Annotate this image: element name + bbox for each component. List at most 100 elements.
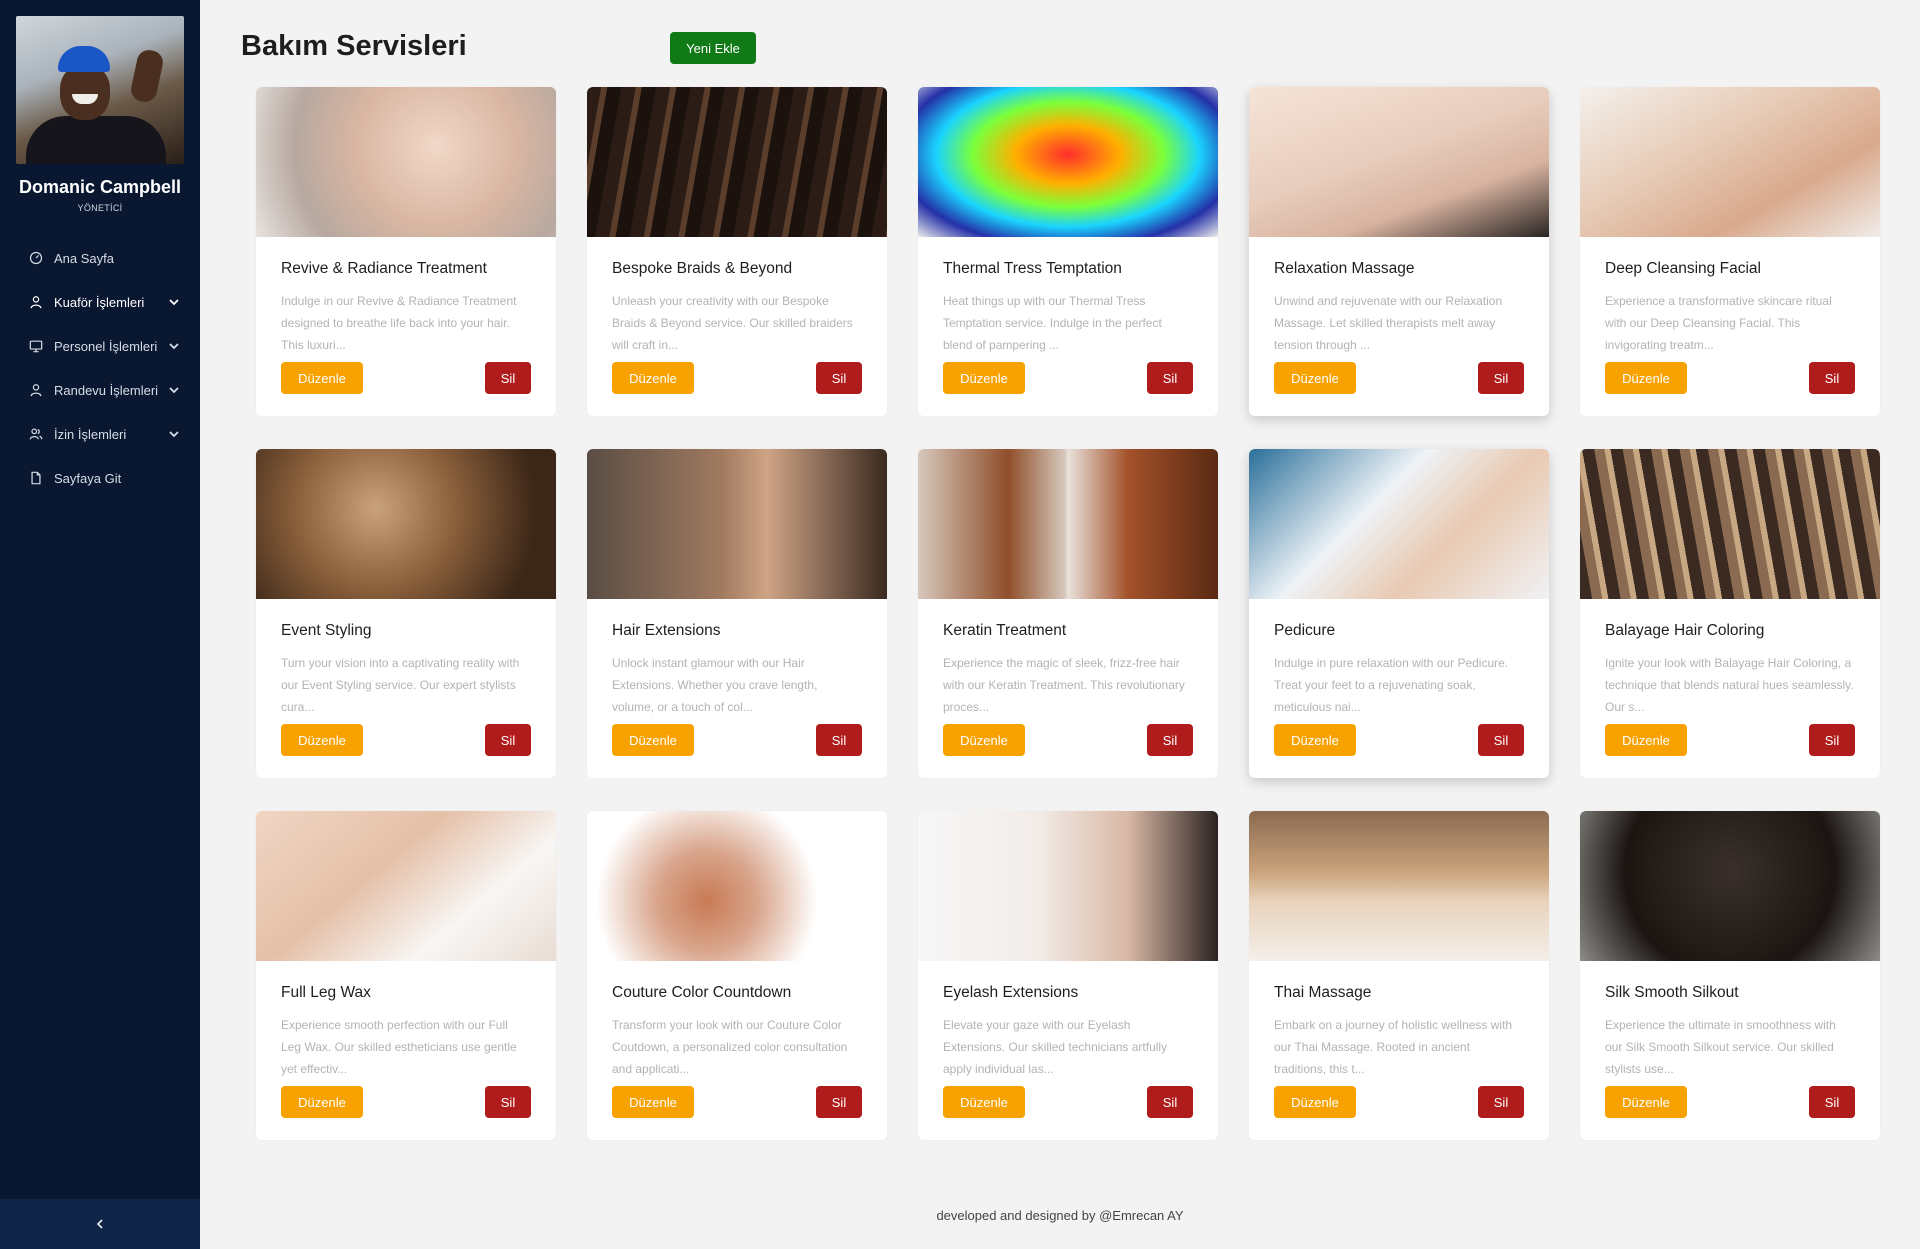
file-icon (28, 470, 44, 486)
service-title: Revive & Radiance Treatment (281, 260, 487, 277)
chevron-down-icon[interactable] (168, 296, 180, 308)
sidebar-item-randevu-islemleri[interactable]: Randevu İşlemleri (0, 368, 200, 412)
edit-button[interactable]: Düzenle (1605, 1086, 1687, 1118)
service-title: Couture Color Countdown (612, 984, 792, 1001)
service-description: Unleash your creativity with our Bespoke… (612, 294, 853, 352)
sidebar-item-ana-sayfa[interactable]: Ana Sayfa (0, 236, 200, 280)
service-card: Silk Smooth Silkout Experience the ultim… (1580, 811, 1880, 1140)
delete-button[interactable]: Sil (816, 724, 862, 756)
service-description: Experience the magic of sleek, frizz-fre… (943, 656, 1185, 714)
service-title: Event Styling (281, 622, 372, 639)
service-card: Balayage Hair Coloring Ignite your look … (1580, 449, 1880, 778)
service-card: Eyelash Extensions Elevate your gaze wit… (918, 811, 1218, 1140)
chevron-down-icon[interactable] (168, 340, 180, 352)
sidebar-item-personel-islemleri[interactable]: Personel İşlemleri (0, 324, 200, 368)
user-role: YÖNETİCİ (77, 203, 123, 213)
delete-button[interactable]: Sil (1147, 1086, 1193, 1118)
service-description: Indulge in our Revive & Radiance Treatme… (281, 294, 517, 352)
delete-button[interactable]: Sil (1478, 362, 1524, 394)
service-card: Event Styling Turn your vision into a ca… (256, 449, 556, 778)
service-grid: Revive & Radiance Treatment Indulge in o… (256, 87, 1880, 1140)
service-image (1580, 449, 1880, 599)
service-title: Pedicure (1274, 622, 1336, 639)
delete-button[interactable]: Sil (1147, 362, 1193, 394)
service-card: Revive & Radiance Treatment Indulge in o… (256, 87, 556, 416)
service-description: Heat things up with our Thermal Tress Te… (943, 294, 1162, 352)
service-card: Pedicure Indulge in pure relaxation with… (1249, 449, 1549, 778)
service-title: Hair Extensions (612, 622, 721, 639)
sidebar-collapse-button[interactable] (0, 1199, 200, 1249)
service-description: Experience a transformative skincare rit… (1605, 294, 1832, 352)
edit-button[interactable]: Düzenle (612, 724, 694, 756)
service-image (1580, 87, 1880, 237)
user-group-icon (28, 426, 44, 442)
service-card: Deep Cleansing Facial Experience a trans… (1580, 87, 1880, 416)
service-image (918, 87, 1218, 237)
main-content: Bakım Servisleri Yeni Ekle Revive & Radi… (200, 0, 1920, 1249)
service-card: Bespoke Braids & Beyond Unleash your cre… (587, 87, 887, 416)
service-card: Thai Massage Embark on a journey of holi… (1249, 811, 1549, 1140)
edit-button[interactable]: Düzenle (281, 362, 363, 394)
edit-button[interactable]: Düzenle (943, 362, 1025, 394)
delete-button[interactable]: Sil (1809, 1086, 1855, 1118)
sidebar-item-kuafor-islemleri[interactable]: Kuaför İşlemleri (0, 280, 200, 324)
sidebar-item-label: Randevu İşlemleri (54, 382, 159, 398)
sidebar: Domanic Campbell YÖNETİCİ Ana Sayfa Kuaf… (0, 0, 200, 1249)
edit-button[interactable]: Düzenle (281, 724, 363, 756)
delete-button[interactable]: Sil (1809, 362, 1855, 394)
footer-credit: developed and designed by @Emrecan AY (936, 1208, 1184, 1223)
service-title: Thai Massage (1274, 984, 1372, 1001)
delete-button[interactable]: Sil (1809, 724, 1855, 756)
service-card: Relaxation Massage Unwind and rejuvenate… (1249, 87, 1549, 416)
delete-button[interactable]: Sil (1478, 1086, 1524, 1118)
service-image (587, 87, 887, 237)
monitor-icon (28, 338, 44, 354)
sidebar-item-izin-islemleri[interactable]: İzin İşlemleri (0, 412, 200, 456)
sidebar-item-label: Personel İşlemleri (54, 338, 158, 354)
service-image (918, 449, 1218, 599)
delete-button[interactable]: Sil (485, 362, 531, 394)
add-service-button[interactable]: Yeni Ekle (670, 32, 756, 64)
delete-button[interactable]: Sil (1478, 724, 1524, 756)
service-image (256, 87, 556, 237)
edit-button[interactable]: Düzenle (612, 1086, 694, 1118)
page-title: Bakım Servisleri (241, 30, 467, 62)
delete-button[interactable]: Sil (816, 1086, 862, 1118)
edit-button[interactable]: Düzenle (1605, 362, 1687, 394)
delete-button[interactable]: Sil (485, 1086, 531, 1118)
edit-button[interactable]: Düzenle (1274, 1086, 1356, 1118)
service-image (1249, 87, 1549, 237)
sidebar-item-sayfaya-git[interactable]: Sayfaya Git (0, 456, 200, 500)
edit-button[interactable]: Düzenle (1274, 724, 1356, 756)
service-card: Full Leg Wax Experience smooth perfectio… (256, 811, 556, 1140)
sidebar-nav: Ana Sayfa Kuaför İşlemleri Personel İşle… (0, 236, 200, 500)
user-name: Domanic Campbell (18, 177, 182, 197)
service-title: Deep Cleansing Facial (1605, 260, 1761, 277)
delete-button[interactable]: Sil (1147, 724, 1193, 756)
edit-button[interactable]: Düzenle (281, 1086, 363, 1118)
edit-button[interactable]: Düzenle (943, 724, 1025, 756)
delete-button[interactable]: Sil (485, 724, 531, 756)
delete-button[interactable]: Sil (816, 362, 862, 394)
chevron-down-icon[interactable] (168, 384, 180, 396)
service-image (1249, 811, 1549, 961)
service-image (587, 811, 887, 961)
service-description: Turn your vision into a captivating real… (281, 656, 520, 714)
service-description: Ignite your look with Balayage Hair Colo… (1605, 656, 1854, 714)
service-description: Experience smooth perfection with our Fu… (281, 1018, 517, 1076)
chevron-left-icon (96, 1219, 103, 1229)
service-title: Keratin Treatment (943, 622, 1067, 639)
chevron-down-icon[interactable] (168, 428, 180, 440)
edit-button[interactable]: Düzenle (1605, 724, 1687, 756)
service-card: Hair Extensions Unlock instant glamour w… (587, 449, 887, 778)
edit-button[interactable]: Düzenle (612, 362, 694, 394)
service-image (918, 811, 1218, 961)
service-image (256, 449, 556, 599)
edit-button[interactable]: Düzenle (943, 1086, 1025, 1118)
service-description: Indulge in pure relaxation with our Pedi… (1274, 656, 1509, 714)
service-description: Unwind and rejuvenate with our Relaxatio… (1274, 294, 1503, 352)
edit-button[interactable]: Düzenle (1274, 362, 1356, 394)
service-description: Experience the ultimate in smoothness wi… (1605, 1018, 1836, 1076)
service-card: Couture Color Countdown Transform your l… (587, 811, 887, 1140)
service-description: Unlock instant glamour with our Hair Ext… (612, 656, 818, 714)
